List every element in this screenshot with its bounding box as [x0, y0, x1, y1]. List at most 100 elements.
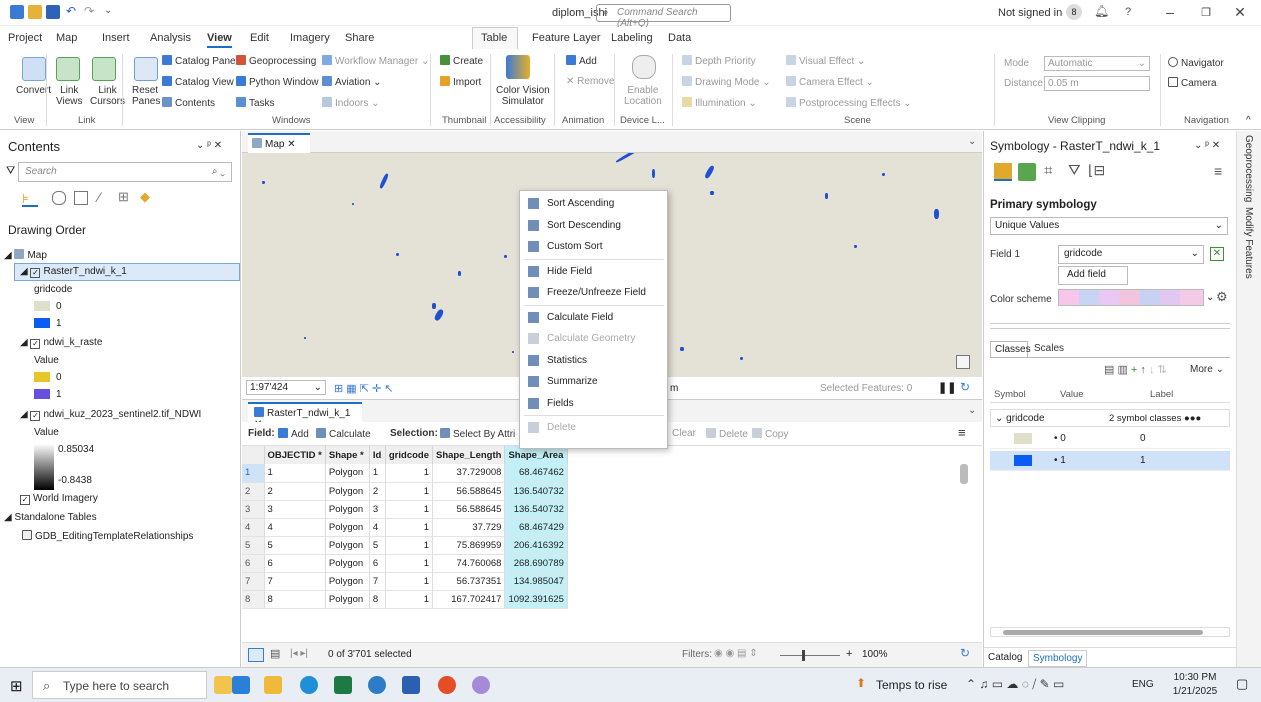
class-group-row[interactable]: ⌄ gridcode 2 symbol classes ●●●: [990, 409, 1230, 427]
renderer-select[interactable]: Unique Values ⌄: [990, 217, 1228, 235]
vary-symbology-icon[interactable]: [1018, 163, 1036, 181]
list-by-editing-icon[interactable]: ∕: [98, 189, 100, 205]
reset-panes-icon[interactable]: [134, 57, 158, 81]
remove-animation-button[interactable]: ✕ Remove: [566, 76, 614, 87]
weather-text[interactable]: Temps to rise: [876, 678, 947, 692]
menu-item-sort-descending[interactable]: Sort Descending: [520, 215, 667, 237]
app-icon[interactable]: [472, 676, 490, 694]
table-cell[interactable]: 37.729008: [432, 464, 506, 483]
camera-button[interactable]: Camera: [1168, 77, 1217, 89]
save-icon[interactable]: [46, 5, 60, 19]
add-animation-button[interactable]: Add: [566, 55, 597, 67]
table-cell[interactable]: 6: [264, 554, 326, 573]
excel-icon[interactable]: [334, 676, 352, 694]
tab-project[interactable]: Project: [8, 32, 42, 44]
table-cell[interactable]: 3: [264, 500, 326, 519]
symbology-menu-icon[interactable]: ≡: [1214, 163, 1222, 179]
enable-location-icon[interactable]: [632, 55, 656, 79]
standalone-table-item[interactable]: GDB_EditingTemplateRelationships: [22, 530, 193, 542]
menu-item-fields[interactable]: Fields: [520, 393, 667, 415]
tab-edit[interactable]: Edit: [250, 32, 269, 44]
table-zoom-thumb[interactable]: [802, 650, 805, 661]
table-zoom-level[interactable]: 100%: [862, 649, 888, 660]
table-cell[interactable]: 1: [385, 464, 434, 483]
notifications-icon[interactable]: 🔔︎: [1094, 4, 1109, 18]
enable-location-button[interactable]: Enable Location: [624, 85, 662, 107]
arcgis-icon[interactable]: [368, 676, 386, 694]
minimize-icon[interactable]: –: [1160, 4, 1180, 20]
map-view-tab[interactable]: Map ✕: [248, 133, 310, 153]
select-by-attributes-button[interactable]: Select By Attri: [440, 428, 515, 440]
row-number-cell[interactable]: 5: [242, 536, 265, 555]
table-cell[interactable]: 1: [385, 590, 434, 609]
clear-selection-button[interactable]: Clear: [672, 428, 696, 439]
layer-item-ndwi-k-raste[interactable]: ◢ ✓ ndwi_k_raste: [20, 337, 102, 349]
advanced-symbology-icon[interactable]: ⌊⊟: [1088, 162, 1105, 179]
menu-item-hide-field[interactable]: Hide Field: [520, 261, 667, 283]
system-tray-icons[interactable]: ⌃ ♫ ▭ ☁ ◌ ⧸ ✎ ▭: [966, 677, 1064, 692]
layer-visibility-checkbox[interactable]: ✓: [30, 411, 41, 421]
table-cell[interactable]: 8: [369, 590, 386, 609]
primary-symbology-icon[interactable]: [994, 163, 1012, 181]
clipping-mode-select[interactable]: Automatic ⌄: [1044, 56, 1150, 71]
row-number-cell[interactable]: 2: [242, 482, 265, 501]
layer-item-rastert[interactable]: ◢ ✓ RasterT_ndwi_k_1: [20, 266, 127, 278]
close-icon[interactable]: ✕: [1230, 4, 1250, 21]
class-symbol-swatch[interactable]: [1014, 433, 1032, 444]
people-icon[interactable]: [232, 676, 250, 694]
modify-features-side-tab[interactable]: Modify Features: [1243, 207, 1254, 279]
column-header[interactable]: OBJECTID *: [264, 446, 326, 464]
collapse-ribbon-icon[interactable]: ^: [1246, 115, 1251, 126]
help-button[interactable]: ?: [1125, 6, 1131, 18]
table-zoom-slider[interactable]: [780, 655, 840, 656]
table-cell[interactable]: 2: [369, 482, 386, 501]
column-header[interactable]: Shape *: [325, 446, 370, 464]
geoprocessing-side-tab[interactable]: Geoprocessing: [1243, 135, 1254, 202]
chevron-down-icon[interactable]: ⌄: [968, 136, 976, 147]
table-cell[interactable]: 1: [385, 536, 434, 555]
color-scheme-picker[interactable]: [1058, 289, 1204, 306]
table-cell[interactable]: 4: [369, 518, 386, 537]
word-icon[interactable]: [402, 676, 420, 694]
row-number-cell[interactable]: 1: [242, 464, 265, 483]
table-cell[interactable]: 74.760068: [432, 554, 506, 573]
column-header[interactable]: Shape_Length: [432, 446, 506, 464]
menu-item-freeze-field[interactable]: Freeze/Unfreeze Field: [520, 282, 667, 304]
table-cell[interactable]: 2: [264, 482, 326, 501]
table-row[interactable]: 6 6 Polygon 6 1 74.760068 268.690789: [242, 554, 568, 573]
camera-effect-button[interactable]: Camera Effect ⌄: [786, 76, 874, 88]
table-cell[interactable]: 7: [369, 572, 386, 591]
copy-selection-button[interactable]: Copy: [752, 428, 788, 440]
indoors-button[interactable]: Indoors ⌄: [322, 97, 380, 109]
depth-priority-button[interactable]: Depth Priority: [682, 55, 756, 67]
add-field-button[interactable]: Add: [278, 428, 309, 440]
list-by-labeling-icon[interactable]: ◆: [140, 189, 150, 205]
taskbar-search-input[interactable]: ⌕ Type here to search: [32, 671, 207, 699]
table-cell[interactable]: Polygon: [325, 464, 370, 483]
map-overview-icon[interactable]: [956, 355, 970, 369]
class-symbol-swatch[interactable]: [1014, 455, 1032, 466]
legend-swatch-0[interactable]: [34, 372, 50, 382]
link-views-icon[interactable]: [56, 57, 80, 81]
new-project-icon[interactable]: [10, 5, 24, 19]
table-cell[interactable]: Polygon: [325, 554, 370, 573]
table-cell[interactable]: 134.985047: [504, 572, 568, 591]
tab-symbology[interactable]: Symbology: [1028, 650, 1088, 667]
restore-icon[interactable]: ❐: [1196, 6, 1216, 19]
table-cell[interactable]: 1: [264, 464, 326, 483]
symbol-class-row[interactable]: • 00: [990, 429, 1230, 449]
table-cell[interactable]: Polygon: [325, 572, 370, 591]
filter-icon[interactable]: ⛛: [6, 165, 15, 178]
menu-item-sort-ascending[interactable]: Sort Ascending: [520, 193, 667, 215]
calculate-field-button[interactable]: Calculate: [316, 428, 371, 440]
table-cell[interactable]: 56.737351: [432, 572, 506, 591]
table-cell[interactable]: Polygon: [325, 500, 370, 519]
table-cell[interactable]: 136.540732: [504, 482, 568, 501]
class-toolbar-icons[interactable]: ▤ ▥ + ↑ ↓ ⇅: [1104, 363, 1167, 376]
filter-toggle-icons[interactable]: ◉ ◉ ▤ ⇕: [714, 648, 758, 659]
column-header[interactable]: gridcode: [385, 446, 434, 464]
redo-icon[interactable]: ↷: [84, 4, 94, 18]
menu-item-delete[interactable]: Delete: [520, 417, 667, 439]
tasks-button[interactable]: Tasks: [236, 97, 275, 109]
chrome-icon[interactable]: [438, 676, 456, 694]
